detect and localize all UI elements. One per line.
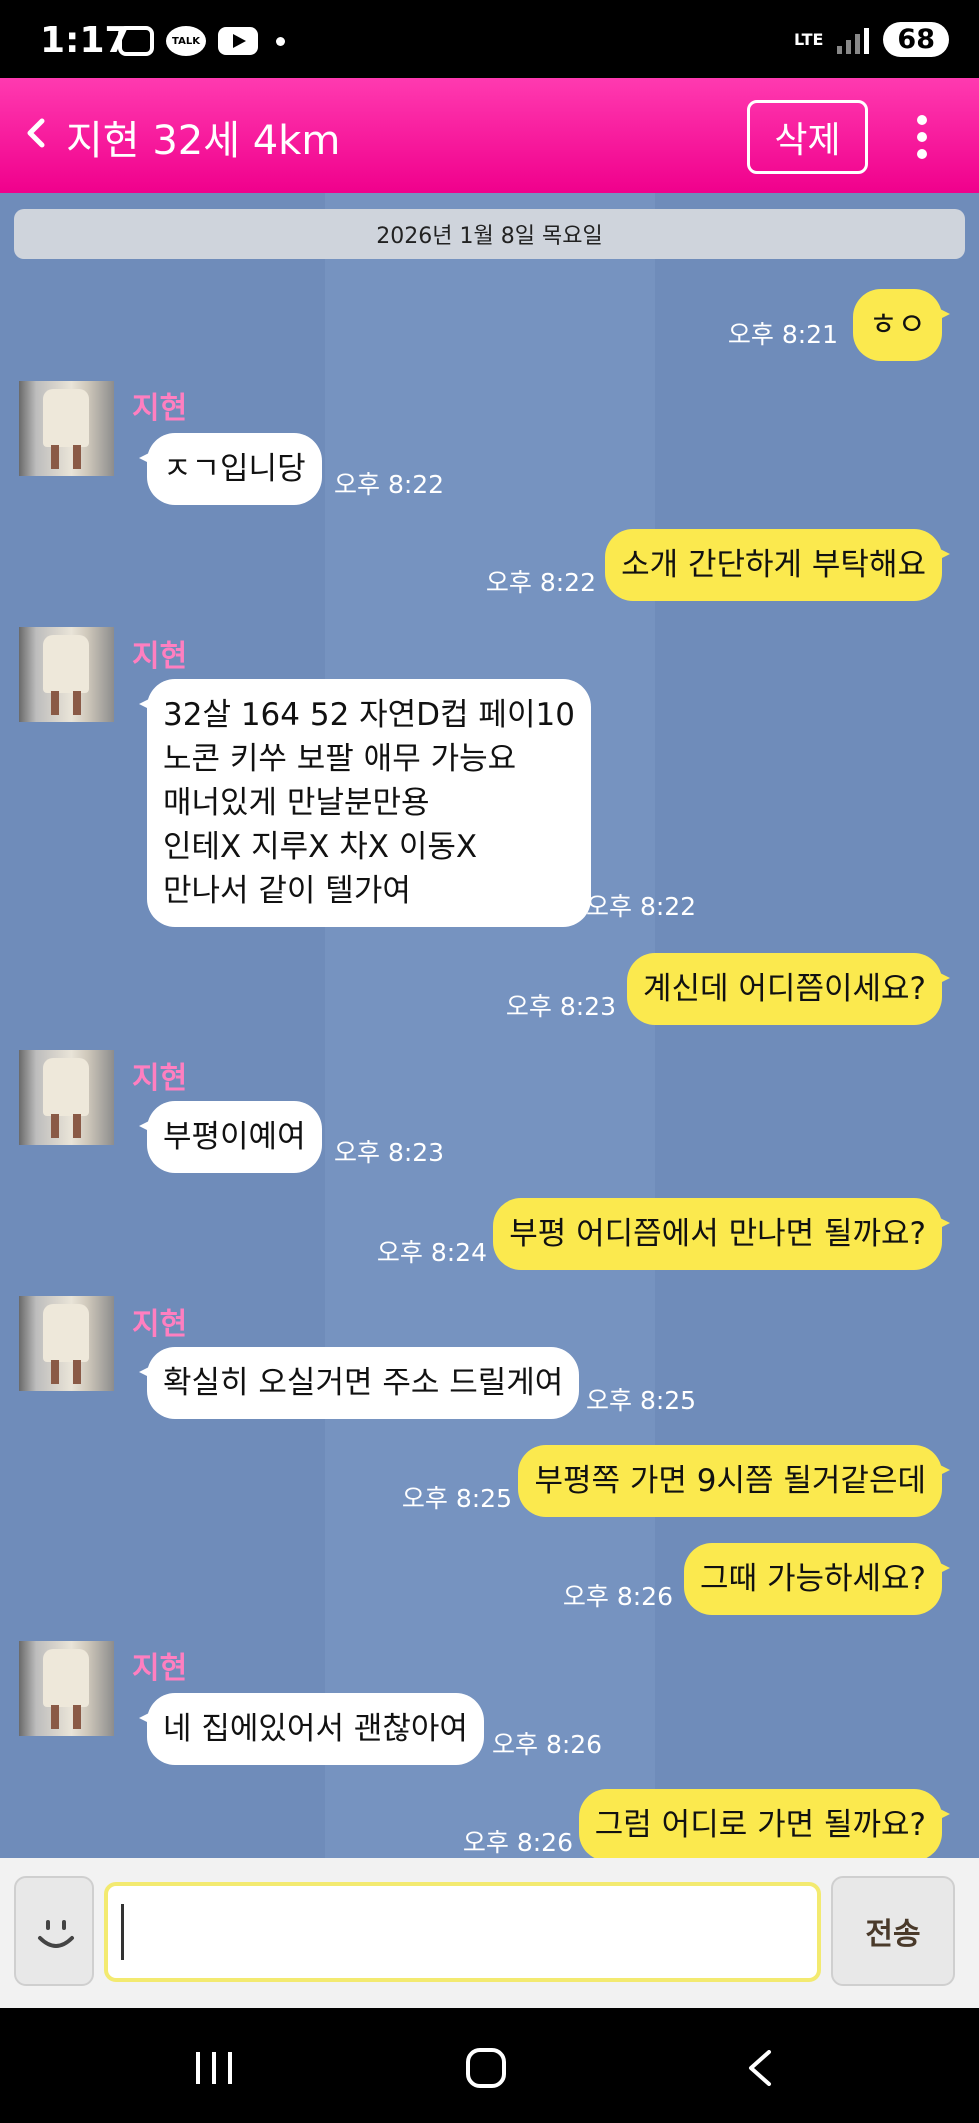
sender-name: 지현 (132, 639, 188, 674)
message-time: 오후 8:26 (462, 1828, 573, 1857)
message-time: 오후 8:23 (334, 1138, 445, 1167)
dot-icon (276, 36, 285, 46)
talk-icon: TALK (166, 26, 206, 56)
message-time: 오후 8:21 (727, 320, 838, 349)
my-message-bubble[interactable]: 부평쪽 가면 9시쯤 될거같은데 (518, 1445, 950, 1517)
message-time: 오후 8:26 (562, 1582, 673, 1611)
other-message-bubble[interactable]: 확실히 오실거면 주소 드릴게여 (138, 1347, 580, 1419)
message-time: 오후 8:22 (334, 470, 445, 499)
message-line: 인테X 지루X 차X 이동X (163, 829, 478, 865)
sender-name: 지현 (132, 1307, 188, 1342)
date-divider: 2026년 1월 8일 목요일 (14, 209, 965, 259)
message-line: 노콘 키쑤 보팔 애무 가능요 (163, 741, 517, 777)
sender-name: 지현 (132, 1651, 188, 1686)
chat-title: 지현 32세 4km (66, 118, 341, 164)
message-line: 만나서 같이 텔가여 (163, 873, 411, 909)
message-time: 오후 8:22 (586, 892, 697, 921)
my-message-bubble[interactable]: 그럼 어디로 가면 될까요? (578, 1789, 951, 1858)
message-line: 32살 164 52 자연D컵 페이10 (163, 697, 575, 733)
message-line: 매너있게 만날분만용 (163, 785, 430, 821)
status-bar: 1:17 TALK LTE 68 (0, 0, 979, 78)
emoticon-icon (38, 1920, 74, 1948)
other-message-bubble[interactable]: ㅈㄱ입니당 (139, 433, 322, 505)
avatar[interactable] (19, 1641, 114, 1736)
camera-icon (118, 26, 154, 56)
avatar[interactable] (19, 1050, 114, 1145)
message-time: 오후 8:24 (376, 1238, 487, 1267)
my-message-bubble[interactable]: ㅎㅇ (852, 289, 951, 361)
sender-name: 지현 (132, 391, 188, 426)
youtube-icon (218, 27, 258, 55)
my-message-bubble[interactable]: 소개 간단하게 부탁해요 (605, 529, 950, 601)
avatar[interactable] (19, 627, 114, 722)
message-time: 오후 8:23 (505, 992, 616, 1021)
chevron-left-icon[interactable] (22, 118, 52, 148)
other-message-bubble[interactable]: 네 집에있어서 괜찮아여 (139, 1693, 484, 1765)
avatar[interactable] (19, 381, 114, 476)
message-time: 오후 8:25 (586, 1386, 697, 1415)
message-time: 오후 8:22 (485, 568, 596, 597)
network-indicator: LTE (794, 29, 824, 49)
sender-name: 지현 (132, 1061, 188, 1096)
chat-area[interactable]: 2026년 1월 8일 목요일 오후 8:21 ㅎㅇ 지현 ㅈㄱ입니당 오후 8… (0, 193, 979, 1858)
status-time: 1:17 (40, 20, 130, 61)
message-time: 오후 8:26 (492, 1730, 603, 1759)
send-button[interactable]: 전송 (831, 1876, 955, 1986)
message-time: 오후 8:25 (401, 1484, 512, 1513)
other-message-bubble[interactable]: 32살 164 52 자연D컵 페이10 노콘 키쑤 보팔 애무 가능요 매너있… (139, 679, 591, 927)
more-vertical-icon[interactable] (914, 114, 930, 160)
battery-indicator: 68 (883, 22, 949, 57)
recent-apps-icon[interactable] (194, 2052, 234, 2084)
avatar[interactable] (19, 1296, 114, 1391)
message-input[interactable] (104, 1882, 821, 1982)
my-message-bubble[interactable]: 그때 가능하세요? (684, 1543, 950, 1615)
message-input-bar: 전송 (0, 1858, 979, 2008)
back-icon[interactable] (745, 2050, 777, 2086)
delete-button[interactable]: 삭제 (747, 100, 868, 174)
system-nav-bar (0, 2008, 979, 2123)
text-cursor (121, 1904, 124, 1960)
signal-icon (837, 26, 870, 54)
my-message-bubble[interactable]: 계신데 어디쯤이세요? (627, 953, 950, 1025)
emoticon-button[interactable] (14, 1876, 94, 1986)
chat-header: 지현 32세 4km 삭제 (0, 78, 979, 193)
home-icon[interactable] (466, 2048, 506, 2088)
other-message-bubble[interactable]: 부평이예여 (139, 1101, 322, 1173)
my-message-bubble[interactable]: 부평 어디쯤에서 만나면 될까요? (493, 1198, 950, 1270)
